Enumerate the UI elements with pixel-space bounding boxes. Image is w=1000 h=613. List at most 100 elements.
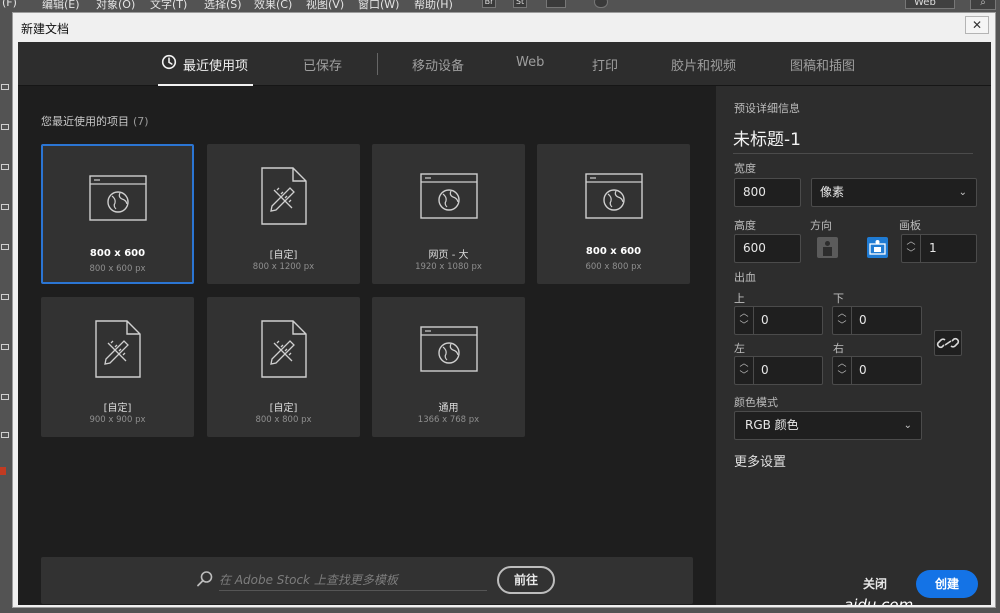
portrait-icon[interactable] — [817, 237, 838, 258]
more-settings-link[interactable]: 更多设置 — [734, 451, 786, 470]
preset-size: 1920 x 1080 px — [415, 262, 482, 272]
recent-count: (7) — [133, 115, 149, 128]
color-swatch-icon[interactable] — [0, 467, 6, 475]
menu-type[interactable]: 文字(T) — [150, 0, 187, 12]
document-name-field[interactable]: 未标题-1 — [733, 125, 973, 154]
stepper-arrows-icon[interactable]: ︿ ﹀ — [735, 307, 754, 334]
create-button[interactable]: 创建 — [916, 570, 978, 598]
menu-select[interactable]: 选择(S) — [204, 0, 242, 12]
web-page-icon — [584, 173, 643, 219]
direct-selection-tool-icon[interactable] — [1, 124, 9, 130]
unit-value: 像素 — [820, 185, 845, 199]
search-icon — [197, 571, 213, 587]
selection-tool-icon[interactable] — [1, 84, 9, 90]
close-button[interactable]: 关闭 — [846, 571, 904, 597]
preset-size: 600 x 800 px — [585, 262, 642, 272]
bleed-top-value: 0 — [761, 313, 769, 327]
menu-file[interactable]: (F) — [2, 0, 17, 9]
stepper-arrows-icon[interactable]: ︿ ﹀ — [902, 235, 921, 262]
dialog-titlebar: 新建文档 ✕ — [13, 13, 995, 41]
custom-document-icon — [260, 167, 307, 225]
chevron-down-icon: ⌄ — [903, 420, 912, 431]
menu-view[interactable]: 视图(V) — [306, 0, 344, 12]
tab-mobile[interactable]: 移动设备 — [412, 55, 464, 74]
tab-divider — [377, 53, 378, 75]
bleed-bottom-stepper[interactable]: ︿ ﹀ 0 — [832, 306, 922, 335]
go-button[interactable]: 前往 — [497, 566, 555, 594]
line-tool-icon[interactable] — [1, 244, 9, 250]
category-tabs: 最近使用项 已保存 移动设备 Web 打印 胶片和视频 图稿和插图 — [18, 42, 991, 86]
arrange-documents-icon[interactable] — [546, 0, 566, 8]
bleed-top-label: 上 — [734, 292, 745, 305]
rectangle-tool-icon[interactable] — [1, 294, 9, 300]
tab-saved[interactable]: 已保存 — [303, 55, 342, 74]
color-mode-select[interactable]: RGB 颜色 ⌄ — [734, 411, 922, 440]
clock-icon — [161, 54, 177, 70]
stepper-arrows-icon[interactable]: ︿ ﹀ — [735, 357, 754, 384]
preset-card[interactable]: 800 x 600 800 x 600 px — [41, 144, 194, 284]
gpu-performance-icon[interactable] — [594, 0, 608, 8]
tab-print[interactable]: 打印 — [592, 55, 618, 74]
preset-name: [自定] — [103, 403, 132, 414]
bridge-button[interactable]: Br — [482, 0, 496, 8]
preset-card[interactable]: 通用 1366 x 768 px — [372, 297, 525, 437]
bleed-top-stepper[interactable]: ︿ ﹀ 0 — [734, 306, 823, 335]
brush-tool-icon[interactable] — [1, 344, 9, 350]
chevron-down-icon: ⌄ — [958, 187, 967, 198]
menu-window[interactable]: 窗口(W) — [358, 0, 399, 12]
menu-object[interactable]: 对象(O) — [96, 0, 135, 12]
orientation-label: 方向 — [810, 219, 832, 232]
landscape-icon[interactable] — [867, 237, 888, 258]
pen-tool-icon[interactable] — [1, 164, 9, 170]
stock-button[interactable]: St — [513, 0, 527, 8]
height-label: 高度 — [734, 219, 756, 232]
menu-help[interactable]: 帮助(H) — [414, 0, 453, 12]
preset-card[interactable]: [自定] 800 x 800 px — [207, 297, 360, 437]
bleed-bottom-label: 下 — [833, 292, 844, 305]
link-bleed-icon[interactable] — [934, 330, 962, 356]
dialog-close-button[interactable]: ✕ — [965, 16, 989, 34]
menu-edit[interactable]: 编辑(E) — [42, 0, 80, 12]
tab-film-video[interactable]: 胶片和视频 — [671, 55, 736, 74]
dialog-content: 最近使用项 已保存 移动设备 Web 打印 胶片和视频 图稿和插图 您最近使用的… — [18, 42, 991, 605]
preset-card[interactable]: [自定] 800 x 1200 px — [207, 144, 360, 284]
preset-size: 1366 x 768 px — [417, 415, 480, 425]
artboards-stepper[interactable]: ︿ ﹀ 1 — [901, 234, 977, 263]
bleed-right-stepper[interactable]: ︿ ﹀ 0 — [832, 356, 922, 385]
search-icon[interactable]: ⌕ — [970, 0, 996, 10]
workspace-switcher[interactable]: Web — [905, 0, 955, 9]
preset-size: 800 x 800 px — [255, 415, 312, 425]
app-window: (F) 编辑(E) 对象(O) 文字(T) 选择(S) 效果(C) 视图(V) … — [0, 0, 1000, 613]
preset-card[interactable]: [自定] 900 x 900 px — [41, 297, 194, 437]
dialog-title: 新建文档 — [21, 22, 70, 36]
bleed-right-label: 右 — [833, 342, 844, 355]
preset-card[interactable]: 800 x 600 600 x 800 px — [537, 144, 690, 284]
preset-size: 800 x 600 px — [89, 264, 146, 274]
watermark: aidu.com — [844, 596, 914, 605]
color-mode-label: 颜色模式 — [734, 396, 778, 409]
rotate-tool-icon[interactable] — [1, 394, 9, 400]
preset-size: 900 x 900 px — [89, 415, 146, 425]
stepper-arrows-icon[interactable]: ︿ ﹀ — [833, 357, 852, 384]
menu-bar: (F) 编辑(E) 对象(O) 文字(T) 选择(S) 效果(C) 视图(V) … — [0, 0, 1000, 12]
type-tool-icon[interactable] — [1, 204, 9, 210]
custom-document-icon — [94, 320, 141, 378]
unit-select[interactable]: 像素 ⌄ — [811, 178, 977, 207]
width-label: 宽度 — [734, 162, 756, 175]
artboards-value: 1 — [929, 241, 937, 255]
width-input[interactable]: 800 — [734, 178, 801, 207]
preset-card[interactable]: 网页 - 大 1920 x 1080 px — [372, 144, 525, 284]
bleed-left-stepper[interactable]: ︿ ﹀ 0 — [734, 356, 823, 385]
tab-art-illustration[interactable]: 图稿和插图 — [790, 55, 855, 74]
tab-web[interactable]: Web — [516, 55, 544, 70]
stepper-arrows-icon[interactable]: ︿ ﹀ — [833, 307, 852, 334]
fill-swatch-icon[interactable] — [1, 432, 9, 438]
preset-name: [自定] — [269, 250, 298, 261]
preset-name: [自定] — [269, 403, 298, 414]
height-input[interactable]: 600 — [734, 234, 801, 263]
menu-effect[interactable]: 效果(C) — [254, 0, 292, 12]
artboards-label: 画板 — [899, 219, 921, 232]
preset-name: 800 x 600 — [585, 246, 642, 257]
tab-recent[interactable]: 最近使用项 — [183, 55, 248, 74]
stock-search-input[interactable] — [219, 569, 487, 591]
